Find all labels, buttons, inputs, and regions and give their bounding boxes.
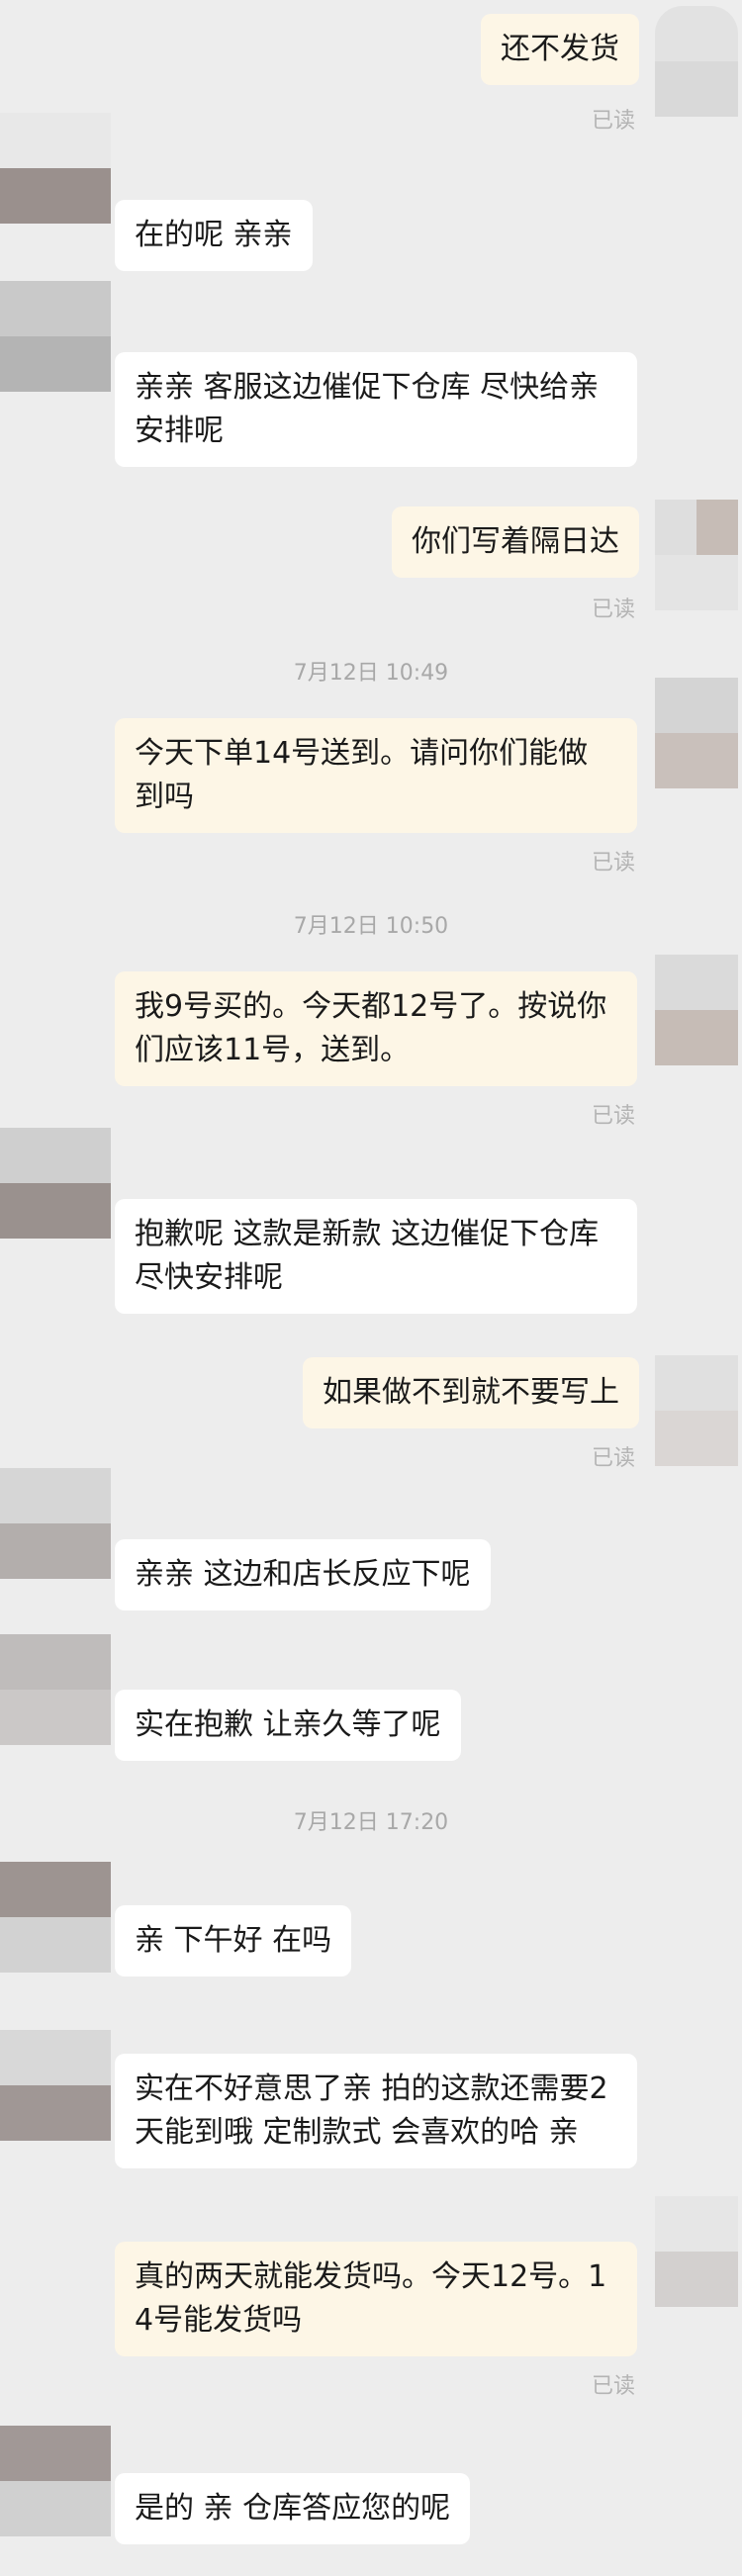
message-bubble-incoming[interactable]: 在的呢 亲亲 xyxy=(115,200,313,271)
message-bubble-incoming[interactable]: 亲亲 客服这边催促下仓库 尽快给亲安排呢 xyxy=(115,352,637,467)
message-bubble-outgoing[interactable]: 你们写着隔日达 xyxy=(392,506,639,578)
my-avatar[interactable] xyxy=(655,2196,738,2307)
message-bubble-incoming[interactable]: 亲 下午好 在吗 xyxy=(115,1905,352,1977)
timestamp: 7月12日 10:50 xyxy=(293,914,449,939)
read-receipt: 已读 xyxy=(591,1104,635,1129)
shop-avatar[interactable] xyxy=(0,1468,111,1579)
shop-avatar[interactable] xyxy=(0,281,111,392)
message-bubble-outgoing[interactable]: 真的两天就能发货吗。今天12号。14号能发货吗 xyxy=(115,2242,637,2356)
timestamp: 7月12日 10:49 xyxy=(293,661,449,686)
my-avatar[interactable] xyxy=(655,678,738,788)
message-bubble-incoming[interactable]: 亲亲 这边和店长反应下呢 xyxy=(115,1539,491,1610)
message-bubble-outgoing[interactable]: 今天下单14号送到。请问你们能做到吗 xyxy=(115,718,637,833)
message-bubble-outgoing[interactable]: 还不发货 xyxy=(481,14,639,85)
message-bubble-incoming[interactable]: 是的 亲 仓库答应您的呢 xyxy=(115,2473,471,2544)
read-receipt: 已读 xyxy=(591,851,635,875)
my-avatar[interactable] xyxy=(655,500,738,610)
message-bubble-incoming[interactable]: 实在抱歉 让亲久等了呢 xyxy=(115,1690,461,1761)
shop-avatar[interactable] xyxy=(0,2426,111,2536)
read-receipt: 已读 xyxy=(591,1446,635,1471)
message-bubble-outgoing[interactable]: 我9号买的。今天都12号了。按说你们应该11号，送到。 xyxy=(115,971,637,1086)
message-bubble-outgoing[interactable]: 如果做不到就不要写上 xyxy=(303,1357,639,1428)
my-avatar[interactable] xyxy=(655,1355,738,1466)
shop-avatar[interactable] xyxy=(0,1634,111,1745)
my-avatar[interactable] xyxy=(655,6,738,117)
shop-avatar[interactable] xyxy=(0,1862,111,1973)
shop-avatar[interactable] xyxy=(0,1128,111,1239)
message-bubble-incoming[interactable]: 实在不好意思了亲 拍的这款还需要2天能到哦 定制款式 会喜欢的哈 亲 xyxy=(115,2054,637,2168)
timestamp: 7月12日 17:20 xyxy=(293,1810,449,1835)
message-bubble-incoming[interactable]: 抱歉呢 这款是新款 这边催促下仓库尽快安排呢 xyxy=(115,1199,637,1314)
read-receipt: 已读 xyxy=(591,598,635,622)
read-receipt: 已读 xyxy=(591,109,635,134)
my-avatar[interactable] xyxy=(655,955,738,1065)
read-receipt: 已读 xyxy=(591,2374,635,2399)
shop-avatar[interactable] xyxy=(0,113,111,224)
shop-avatar[interactable] xyxy=(0,2030,111,2141)
